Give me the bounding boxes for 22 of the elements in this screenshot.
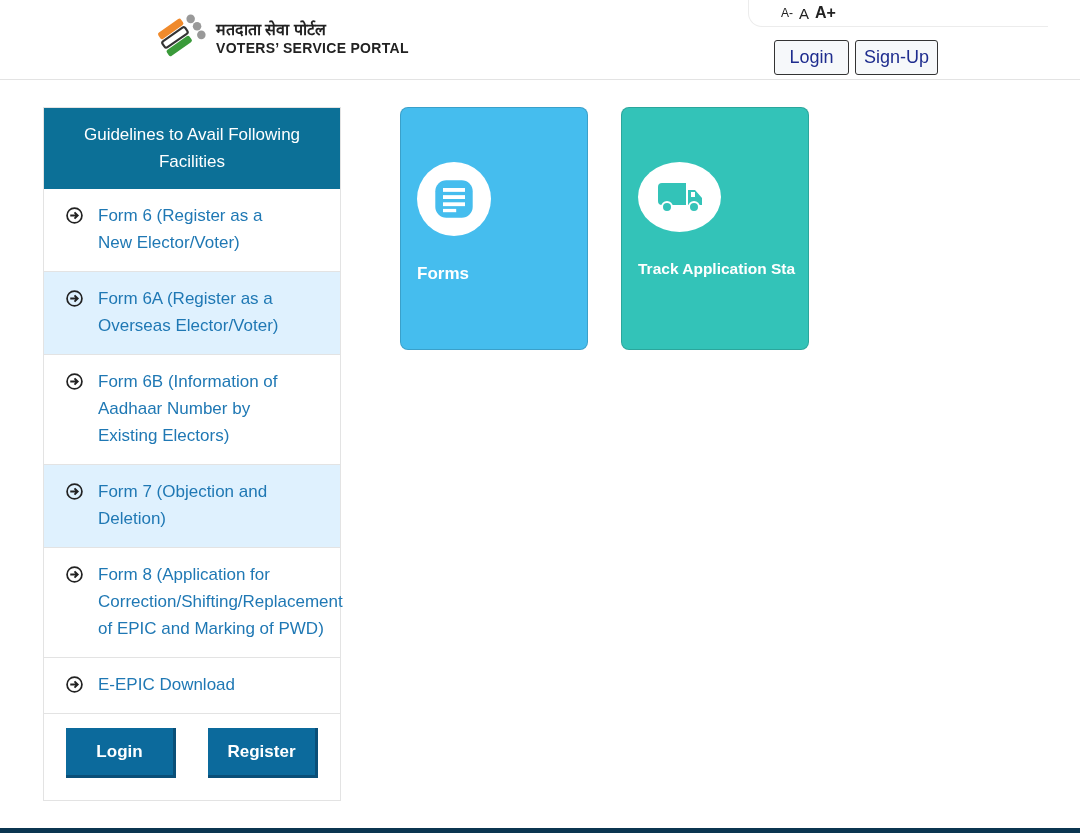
document-lines-icon — [432, 177, 476, 221]
guideline-link[interactable]: Form 6B (Information of Aadhaar Number by Existing Electors) — [98, 368, 298, 449]
header-button[interactable]: Sign-Up — [855, 40, 939, 75]
guideline-link[interactable]: Form 7 (Objection and Deletion) — [98, 478, 298, 532]
card-label: Track Application Sta — [638, 260, 797, 278]
font-size-link[interactable]: A+ — [815, 4, 836, 22]
truck-icon — [655, 181, 704, 213]
header-button[interactable]: Login — [774, 40, 849, 75]
guidelines-title: Guidelines to Avail Following Facilities — [44, 108, 340, 189]
guideline-link[interactable]: Form 6A (Register as a Overseas Elector/Voter) — [98, 285, 298, 339]
guideline-link[interactable]: Form 6 (Register as a New Elector/Voter) — [98, 202, 298, 256]
guideline-item[interactable]: Form 7 (Objection and Deletion) — [44, 465, 340, 548]
panel-button[interactable]: Login — [66, 728, 176, 778]
portal-title-hindi: मतदाता सेवा पोर्टल — [216, 19, 328, 40]
portal-title: VOTERS’ SERVICE PORTAL — [216, 39, 409, 56]
font-size-link[interactable]: A- — [781, 6, 793, 20]
guideline-link[interactable]: E-EPIC Download — [98, 671, 298, 698]
font-size-link[interactable]: A — [799, 4, 809, 22]
guideline-item[interactable]: Form 6A (Register as a Overseas Elector/Voter) — [44, 272, 340, 355]
panel-button[interactable]: Register — [208, 728, 318, 778]
guideline-link[interactable]: Form 8 (Application for Correction/Shifting/Replacement of EPIC and Marking of PWD) — [98, 561, 343, 642]
card-label: Forms — [417, 264, 470, 284]
